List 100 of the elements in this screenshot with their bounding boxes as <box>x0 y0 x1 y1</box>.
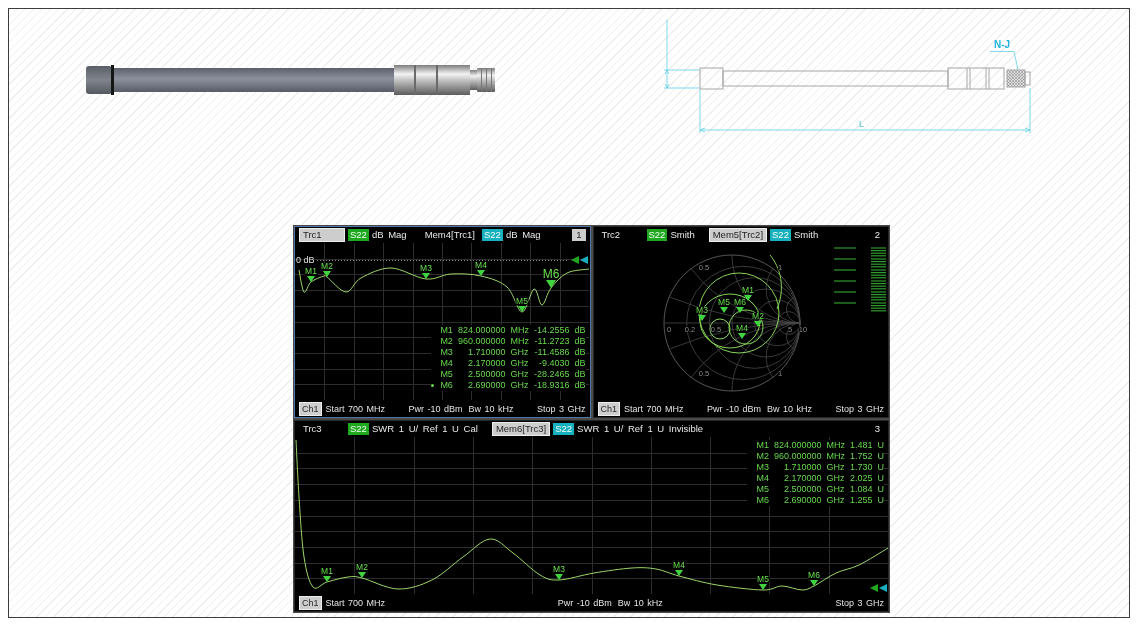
marker-stimulus: 1.710000 <box>467 347 506 358</box>
channel-badge: Ch1 <box>597 401 620 416</box>
marker-stimulus: 1.710000 <box>783 462 822 473</box>
parameter-badge: S22 <box>553 423 575 435</box>
marker-triangle-icon <box>323 576 331 582</box>
trace-selector[interactable]: Mem6[Trc3] <box>491 422 551 436</box>
trace-selector[interactable]: Trc1 <box>299 228 345 242</box>
marker-triangle-icon <box>477 270 485 276</box>
bandwidth-label: Bw 10 kHz <box>617 596 663 609</box>
trace-selector[interactable]: Trc2 <box>597 228 644 242</box>
marker-stimulus: 2.690000 <box>467 380 506 391</box>
connector-label: N-J <box>994 39 1011 50</box>
parameter-badge: S22 <box>770 229 791 241</box>
marker-triangle-icon <box>697 315 706 321</box>
unit-label: dB <box>574 336 586 347</box>
dash-list-drawing <box>832 247 887 312</box>
marker-response: 1.084 <box>849 484 873 495</box>
marker-label: M6 <box>542 267 560 281</box>
marker-label: M2 <box>751 311 764 321</box>
sweep-stop-label: Stop 3 GHz <box>835 402 884 415</box>
marker-name: M4 <box>440 358 453 369</box>
power-label: Pwr -10 dBm <box>408 402 463 415</box>
marker-label: M3 <box>420 263 432 273</box>
marker-response: 1.730 <box>849 462 873 473</box>
parameter-badge: S22 <box>348 229 369 241</box>
marker-label: M1 <box>305 266 317 276</box>
channel-badge: Ch1 <box>299 401 322 416</box>
trace-selector[interactable]: Trc3 <box>299 422 345 436</box>
format-label: Smith <box>793 229 819 241</box>
window-number: 2 <box>873 229 881 241</box>
unit-label: dB <box>574 325 586 336</box>
marker-triangle-icon <box>675 570 683 576</box>
marker-label: M3 <box>553 564 565 574</box>
marker-name: M5 <box>440 369 453 380</box>
parameter-badge: S22 <box>348 423 369 435</box>
marker-response: 1.481 <box>849 440 873 451</box>
sweep-stop-label: Stop 3 GHz <box>536 402 586 415</box>
marker-response: -18.9316 <box>533 380 570 391</box>
marker-label: M2 <box>356 562 368 572</box>
format-label: SWR 1 U/ Ref 1 U Invisible <box>577 423 704 435</box>
marker-triangle-icon <box>759 584 767 590</box>
marker-response: 2.025 <box>849 473 873 484</box>
window-number: 1 <box>572 229 586 241</box>
marker-name: M6 <box>756 495 769 506</box>
unit-label: dB <box>574 369 586 380</box>
marker-triangle-icon <box>358 572 366 578</box>
reference-label: 0 dB <box>296 255 315 265</box>
unit-label: GHz <box>826 462 845 473</box>
marker-response: 1.255 <box>849 495 873 506</box>
format-label: SWR 1 U/ Ref 1 U Cal <box>371 423 478 435</box>
format-label: dB Mag <box>371 229 407 241</box>
power-label: Pwr -10 dBm <box>557 596 612 609</box>
marker-label: M4 <box>735 323 748 333</box>
unit-label: MHz <box>510 336 529 347</box>
sweep-start-label: Start 700 MHz <box>325 596 386 609</box>
marker-name: M2 <box>440 336 453 347</box>
parameter-badge: S22 <box>482 229 503 241</box>
channel-badge: Ch1 <box>299 595 322 610</box>
marker-response: -11.2723 <box>534 336 570 347</box>
marker-triangle-icon <box>422 273 430 279</box>
marker-label: M5 <box>516 296 528 306</box>
unit-label: GHz <box>510 358 529 369</box>
parameter-badge: S22 <box>646 229 668 241</box>
dimension-label: L <box>859 119 864 129</box>
marker-stimulus: 2.500000 <box>467 369 506 380</box>
bandwidth-label: Bw 10 kHz <box>468 402 514 415</box>
unit-label: dB <box>574 347 586 358</box>
marker-stimulus: 824.000000 <box>773 440 822 451</box>
marker-triangle-icon <box>518 306 526 312</box>
unit-label: U <box>877 451 884 462</box>
format-label: dB Mag <box>505 229 541 241</box>
unit-label: U <box>877 484 884 495</box>
marker-name: M4 <box>756 473 769 484</box>
marker-stimulus: 2.690000 <box>783 495 822 506</box>
unit-label: GHz <box>826 484 845 495</box>
marker-stimulus: 824.000000 <box>457 325 506 336</box>
unit-label: U <box>877 440 884 451</box>
unit-label: MHz <box>510 325 529 336</box>
marker-response: -11.4586 <box>534 347 570 358</box>
marker-triangle-icon <box>546 280 556 288</box>
unit-label: MHz <box>826 451 845 462</box>
marker-name: M3 <box>756 462 769 473</box>
marker-label: M2 <box>321 261 333 271</box>
marker-stimulus: 2.170000 <box>783 473 822 484</box>
marker-label: M6 <box>808 570 820 580</box>
marker-name: M1 <box>756 440 769 451</box>
unit-label: U <box>877 473 884 484</box>
marker-triangle-icon <box>555 574 563 580</box>
marker-name: M2 <box>756 451 769 462</box>
bandwidth-label: Bw 10 kHz <box>767 402 812 415</box>
marker-label: M6 <box>733 297 746 307</box>
marker-label: M3 <box>695 305 708 315</box>
trace-selector[interactable]: Mem4[Trc1] <box>420 228 479 242</box>
format-label: Smith <box>670 229 695 241</box>
trace-selector[interactable]: Mem5[Trc2] <box>708 228 768 242</box>
unit-label: dB <box>574 358 586 369</box>
marker-label: M1 <box>741 285 754 295</box>
unit-label: U <box>877 462 884 473</box>
marker-stimulus: 960.000000 <box>773 451 822 462</box>
marker-response: -28.2465 <box>533 369 570 380</box>
